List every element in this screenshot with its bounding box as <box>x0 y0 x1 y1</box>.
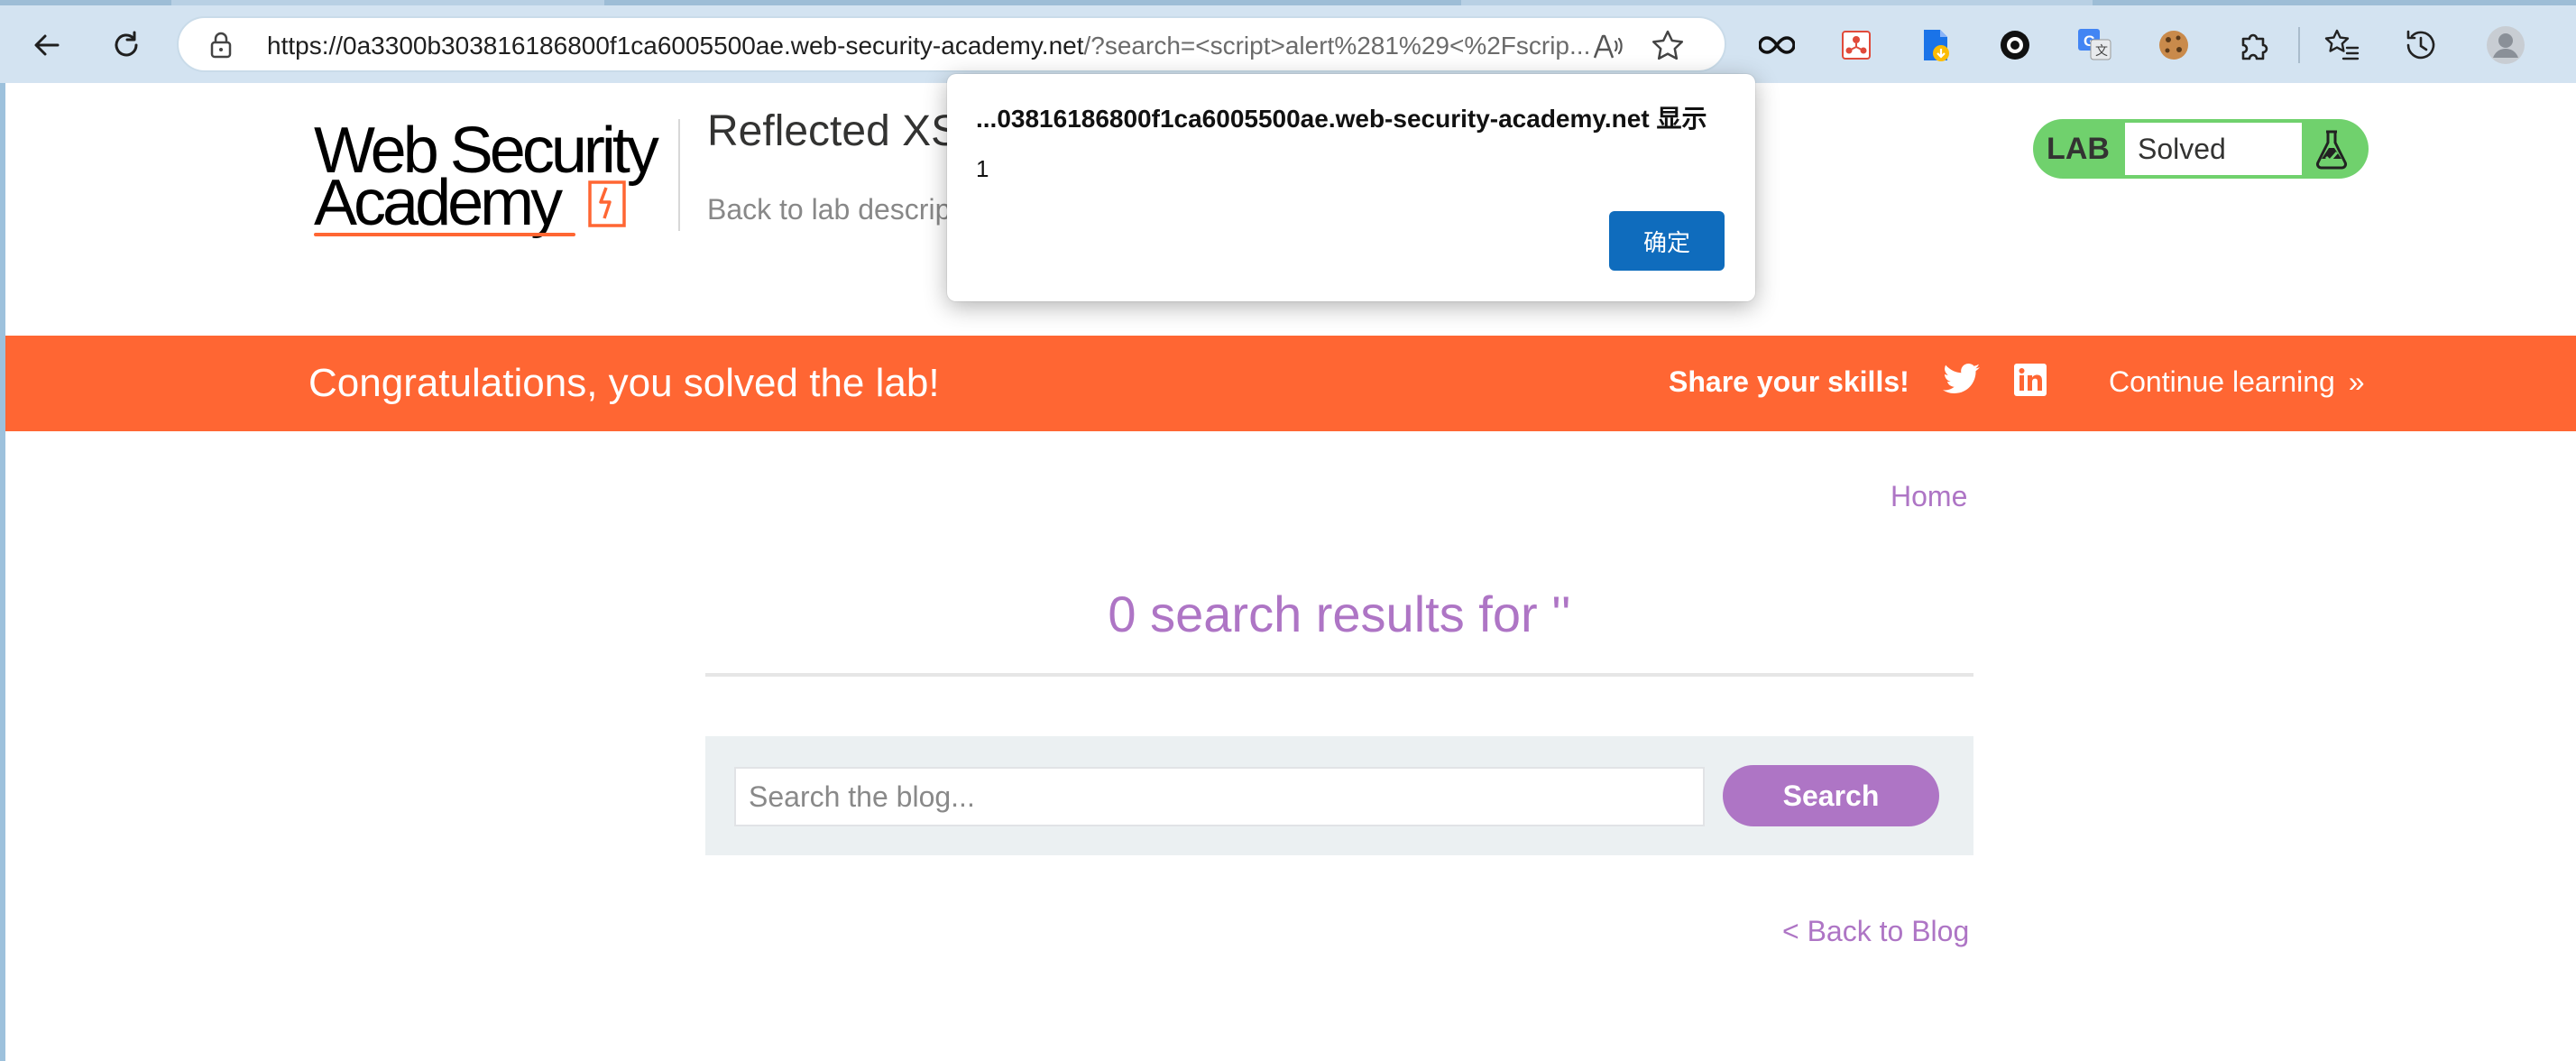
search-input[interactable] <box>734 767 1705 826</box>
extensions-button[interactable] <box>2226 18 2280 72</box>
circle-extension-icon <box>2001 31 2029 60</box>
infinity-extension-button[interactable] <box>1750 18 1804 72</box>
web-security-academy-logo[interactable]: Web Security Academy <box>314 117 684 244</box>
alert-ok-button[interactable]: 确定 <box>1609 211 1725 271</box>
favorites-button[interactable] <box>2314 18 2369 72</box>
refresh-icon <box>115 31 138 57</box>
network-extension-button[interactable] <box>1829 18 1883 72</box>
tab-active[interactable] <box>1461 0 2093 5</box>
url-host: https://0a3300b303816186800f1ca6005500ae… <box>267 32 1084 60</box>
congratulations-message: Congratulations, you solved the lab! <box>308 361 940 405</box>
read-aloud-icon[interactable] <box>1591 31 1624 63</box>
network-extension-icon <box>1842 31 1871 60</box>
linkedin-icon[interactable] <box>2013 363 2047 397</box>
logo-mark-icon <box>577 114 617 161</box>
browser-toolbar: https://0a3300b303816186800f1ca6005500ae… <box>0 0 2576 83</box>
back-icon <box>34 34 60 56</box>
tab-strip <box>0 0 2576 5</box>
lab-badge-label: LAB <box>2047 132 2110 166</box>
back-to-lab-description-link[interactable]: Back to lab descrip <box>707 193 951 226</box>
cookie-extension-icon <box>2159 31 2188 60</box>
svg-text:文: 文 <box>2095 44 2108 59</box>
javascript-alert-dialog: ...03816186800f1ca6005500ae.web-security… <box>947 74 1755 301</box>
toolbar-divider <box>2298 27 2300 63</box>
heading-divider <box>705 673 1973 677</box>
back-to-blog-link[interactable]: < Back to Blog <box>1782 915 1969 948</box>
translate-extension-icon: G文 <box>2078 29 2111 60</box>
profile-icon <box>2487 26 2525 64</box>
lab-status-text: Solved <box>2125 123 2302 175</box>
continue-learning-label: Continue learning <box>2109 365 2335 398</box>
profile-button[interactable] <box>2479 18 2533 72</box>
alert-message: 1 <box>976 155 989 182</box>
solved-banner: Congratulations, you solved the lab! Sha… <box>5 336 2576 431</box>
twitter-icon[interactable] <box>1943 363 1981 397</box>
refresh-button[interactable] <box>97 16 155 74</box>
lock-icon[interactable] <box>207 31 235 60</box>
cookie-extension-button[interactable] <box>2147 18 2201 72</box>
lab-status-badge: LAB Solved <box>2033 119 2369 179</box>
continue-learning-link[interactable]: Continue learning » <box>2109 336 2365 428</box>
circle-extension-button[interactable] <box>1988 18 2042 72</box>
search-results-heading: 0 search results for '' <box>1108 586 1571 642</box>
flask-icon <box>2316 130 2347 170</box>
logo-lightning-icon <box>588 180 626 227</box>
address-bar[interactable]: https://0a3300b303816186800f1ca6005500ae… <box>177 16 1726 72</box>
tab-inactive[interactable] <box>171 0 604 5</box>
history-icon <box>2406 30 2435 60</box>
url-text[interactable]: https://0a3300b303816186800f1ca6005500ae… <box>267 31 1746 61</box>
header-divider <box>678 119 680 231</box>
logo-line-2: Academy <box>314 167 563 239</box>
back-button[interactable] <box>18 16 76 74</box>
extensions-puzzle-icon <box>2241 33 2268 60</box>
lab-title: Reflected XS d <box>707 106 1707 156</box>
share-label: Share your skills! <box>1669 365 1909 398</box>
infinity-extension-icon <box>1759 36 1795 54</box>
search-button[interactable]: Search <box>1723 765 1939 826</box>
double-chevron-right-icon: » <box>2348 365 2365 398</box>
url-path: /?search=<script>alert%281%29<%2Fscrip..… <box>1083 32 1591 60</box>
translate-extension-button[interactable]: G文 <box>2067 18 2121 72</box>
download-extension-icon <box>1924 30 1949 61</box>
logo-underline <box>314 233 575 236</box>
favorites-icon <box>2324 29 2360 60</box>
lab-title-start: Reflected XS <box>707 107 961 155</box>
search-form: Search <box>705 736 1973 855</box>
home-link[interactable]: Home <box>1891 480 1967 513</box>
favorite-star-icon[interactable] <box>1651 29 1685 63</box>
history-button[interactable] <box>2394 18 2448 72</box>
download-extension-button[interactable] <box>1909 18 1963 72</box>
alert-origin-title: ...03816186800f1ca6005500ae.web-security… <box>976 105 1707 133</box>
